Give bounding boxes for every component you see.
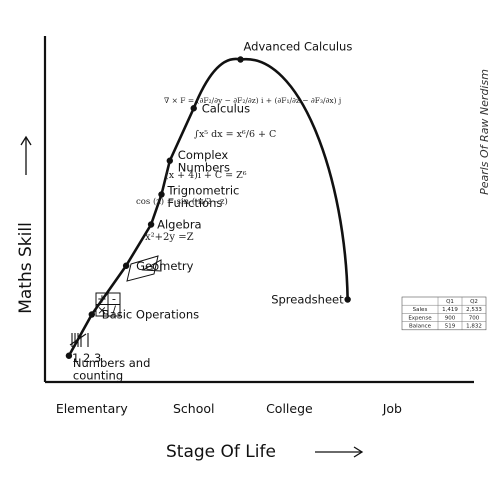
x-tick-label: College bbox=[266, 401, 313, 416]
chart: Maths Skill Stage Of Life Elementary Scho… bbox=[16, 36, 491, 462]
point-label: Advanced Calculus bbox=[244, 40, 353, 54]
point-label: Spreadsheet bbox=[271, 293, 344, 307]
data-point bbox=[237, 56, 244, 63]
spreadsheet-cell: 700 bbox=[469, 315, 480, 321]
spreadsheet-cell: Balance bbox=[409, 324, 432, 330]
y-axis-arrow-icon bbox=[20, 135, 32, 175]
spreadsheet-cell: 1,419 bbox=[442, 307, 458, 313]
data-point bbox=[344, 296, 351, 303]
point-labels: Numbers and countingBasic OperationsGeome… bbox=[73, 40, 352, 383]
tally-numbers: 1 2 3 bbox=[72, 351, 101, 365]
curl-formula: ∇ × F = (∂F₂/∂y − ∂F₂/∂z) i + (∂F₁/∂z − … bbox=[164, 96, 341, 105]
integral-formula: ∫x⁵ dx = x⁶/6 + C bbox=[194, 129, 276, 140]
x-axis-title: Stage Of Life bbox=[166, 442, 276, 462]
spreadsheet-cell: Sales bbox=[413, 307, 428, 313]
spreadsheet-cell: 1,832 bbox=[466, 324, 482, 330]
spreadsheet-table: Q1 Q2 Sales 1,419 2,533 Expense 900 700 Balance 5… bbox=[401, 296, 487, 331]
x-tick-labels: Elementary School College Job bbox=[56, 401, 402, 416]
point-label: Basic Operations bbox=[102, 308, 199, 322]
data-point bbox=[190, 105, 197, 112]
x-tick-label: School bbox=[173, 401, 215, 416]
data-point bbox=[166, 157, 173, 164]
credit-text: Pearls Of Raw Nerdism bbox=[478, 69, 491, 195]
spreadsheet-cell: Expense bbox=[408, 315, 432, 321]
spreadsheet-cell: 519 bbox=[445, 324, 456, 330]
complex-formula: (x + 4)i + C = Z⁶ bbox=[165, 170, 247, 181]
spreadsheet-cell: Q1 bbox=[446, 299, 454, 305]
point-label: Algebra bbox=[157, 218, 202, 232]
algebra-formula: x²+2y =Z bbox=[145, 232, 194, 243]
x-tick-label: Elementary bbox=[56, 401, 129, 416]
svg-text:/: / bbox=[112, 303, 116, 317]
y-axis-title: Maths Skill bbox=[16, 222, 36, 314]
data-point bbox=[147, 221, 155, 228]
spreadsheet-cell: 900 bbox=[445, 315, 456, 321]
svg-text:×: × bbox=[97, 303, 107, 317]
point-label: Geometry bbox=[136, 259, 194, 273]
spreadsheet-cell: 2,533 bbox=[466, 307, 482, 313]
trig-formula: cos (z) = sin ( π/2 - z) bbox=[136, 196, 228, 207]
x-axis-arrow-icon bbox=[315, 446, 364, 458]
data-point bbox=[122, 262, 130, 269]
data-point bbox=[88, 311, 96, 318]
spreadsheet-cell: Q2 bbox=[470, 299, 478, 305]
x-tick-label: Job bbox=[382, 401, 402, 416]
